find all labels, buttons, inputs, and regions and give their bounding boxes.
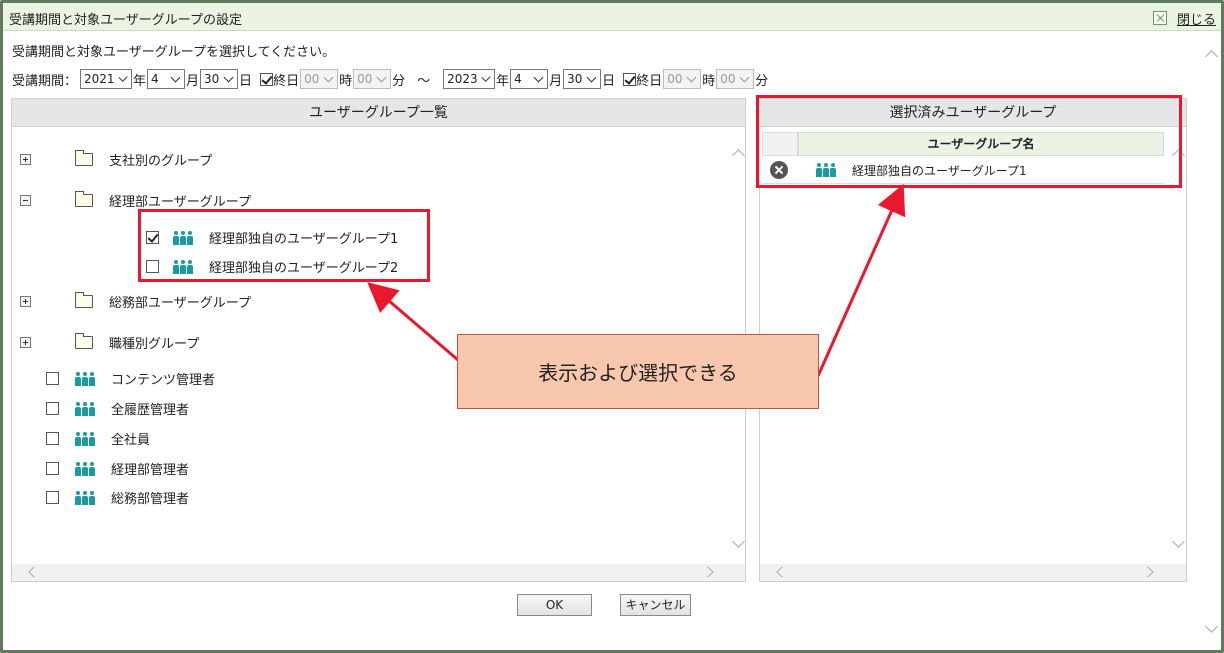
arrow-to-right-box [816, 183, 906, 377]
cancel-button[interactable]: キャンセル [620, 594, 691, 616]
annotation-arrows [367, 183, 906, 377]
arrow-to-left-box [367, 282, 459, 362]
ok-button[interactable]: OK [517, 594, 592, 616]
annotation-callout: 表示および選択できる [457, 334, 819, 409]
